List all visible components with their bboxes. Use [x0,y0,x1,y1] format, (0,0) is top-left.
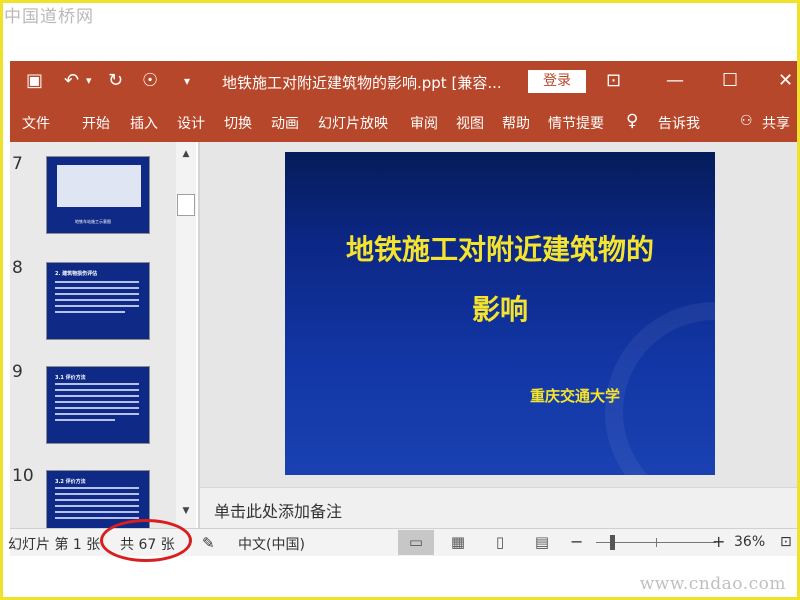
ribbon-display-options-icon[interactable]: ⊡ [606,71,621,91]
diagram-image [57,165,141,207]
tab-animations[interactable]: 动画 [271,113,299,133]
ribbon-tabs: 文件 开始 插入 设计 切换 动画 幻灯片放映 审阅 视图 帮助 情节提要 ♀ … [10,101,800,142]
thumbnail-title: 2. 建筑物损伤评估 [55,271,98,277]
share-button[interactable]: 共享 [762,113,790,133]
thumbnail-caption: 地铁车站施工示意图 [75,219,111,224]
window-title: 地铁施工对附近建筑物的影响.ppt [兼容... [222,74,502,92]
undo-dropdown-icon[interactable]: ▾ [86,71,92,91]
slide-thumbnail-7[interactable]: 地铁车站施工示意图 [46,156,150,234]
slide-subtitle[interactable]: 重庆交通大学 [530,385,620,406]
customize-toolbar-icon[interactable]: ▾ [184,71,190,91]
scrollbar-thumb[interactable] [177,194,195,216]
tab-help[interactable]: 帮助 [502,113,530,133]
slide-thumbnail-9[interactable]: 3.1 评价方法 [46,366,150,444]
thumbnail-title: 3.2 评价方法 [55,479,86,485]
scroll-up-icon[interactable]: ▲ [176,145,196,163]
login-button[interactable]: 登录 [528,70,586,93]
thumbnail-number: 9 [12,362,23,382]
red-ellipse-annotation [100,519,192,562]
notes-pane[interactable]: 单击此处添加备注 [200,487,800,528]
watermark-bottom: www.cndao.com [639,574,786,594]
thumbnail-title: 3.1 评价方法 [55,375,86,381]
tab-storyboard[interactable]: 情节提要 [548,113,604,133]
tab-home[interactable]: 开始 [82,113,110,133]
thumbnail-number: 8 [12,258,23,278]
redo-icon[interactable]: ↻ [108,71,123,91]
reading-view-icon[interactable]: ▯ [482,530,518,555]
zoom-level[interactable]: 36% [734,534,765,550]
current-slide[interactable]: 地铁施工对附近建筑物的 影响 重庆交通大学 [285,152,715,475]
tab-review[interactable]: 审阅 [410,113,438,133]
slideshow-view-icon[interactable]: ▤ [524,530,560,555]
tab-slideshow[interactable]: 幻灯片放映 [318,113,388,133]
save-icon[interactable]: ▣ [26,71,43,91]
slide-title-line1[interactable]: 地铁施工对附近建筑物的 [285,228,715,268]
close-icon[interactable]: ✕ [778,71,793,91]
title-bar: ▣ ↶ ▾ ↻ ☉ ▾ 地铁施工对附近建筑物的影响.ppt [兼容... 登录 … [10,61,800,101]
fit-slide-icon[interactable]: ⊡ [780,534,792,550]
zoom-in-icon[interactable]: + [712,532,725,551]
tab-file[interactable]: 文件 [22,113,50,133]
slide-title-line2[interactable]: 影响 [285,288,715,328]
scroll-down-icon[interactable]: ▼ [176,502,196,520]
present-from-start-icon[interactable]: ☉ [142,71,158,91]
notes-placeholder[interactable]: 单击此处添加备注 [214,498,342,522]
zoom-out-icon[interactable]: − [570,532,583,551]
normal-view-icon[interactable]: ▭ [398,530,434,555]
slide-thumbnail-8[interactable]: 2. 建筑物损伤评估 [46,262,150,340]
thumbnail-number: 7 [12,154,23,174]
slide-indicator: 幻灯片 第 1 张 [8,537,101,553]
share-icon[interactable]: ⚇ [740,113,753,129]
zoom-slider-center-tick [656,538,657,547]
thumbnail-scrollbar[interactable]: ▲ ▼ [176,142,196,528]
minimize-icon[interactable]: — [666,71,684,91]
thumbnail-number: 10 [12,466,34,486]
notes-icon[interactable]: ✎ [202,534,215,552]
maximize-icon[interactable]: ☐ [722,71,738,91]
tab-transitions[interactable]: 切换 [224,113,252,133]
language-indicator[interactable]: 中文(中国) [238,534,305,554]
watermark-top: 中国道桥网 [4,7,94,27]
lightbulb-icon[interactable]: ♀ [626,111,638,131]
tab-design[interactable]: 设计 [177,113,205,133]
slide-sorter-icon[interactable]: ▦ [440,530,476,555]
undo-icon[interactable]: ↶ [64,71,79,91]
slide-thumbnail-pane[interactable]: 7 地铁车站施工示意图 8 2. 建筑物损伤评估 9 3.1 评价方法 10 3… [10,142,196,528]
tell-me-search[interactable]: 告诉我 [658,113,700,133]
zoom-slider-thumb[interactable] [610,535,615,550]
tab-insert[interactable]: 插入 [130,113,158,133]
tab-view[interactable]: 视图 [456,113,484,133]
